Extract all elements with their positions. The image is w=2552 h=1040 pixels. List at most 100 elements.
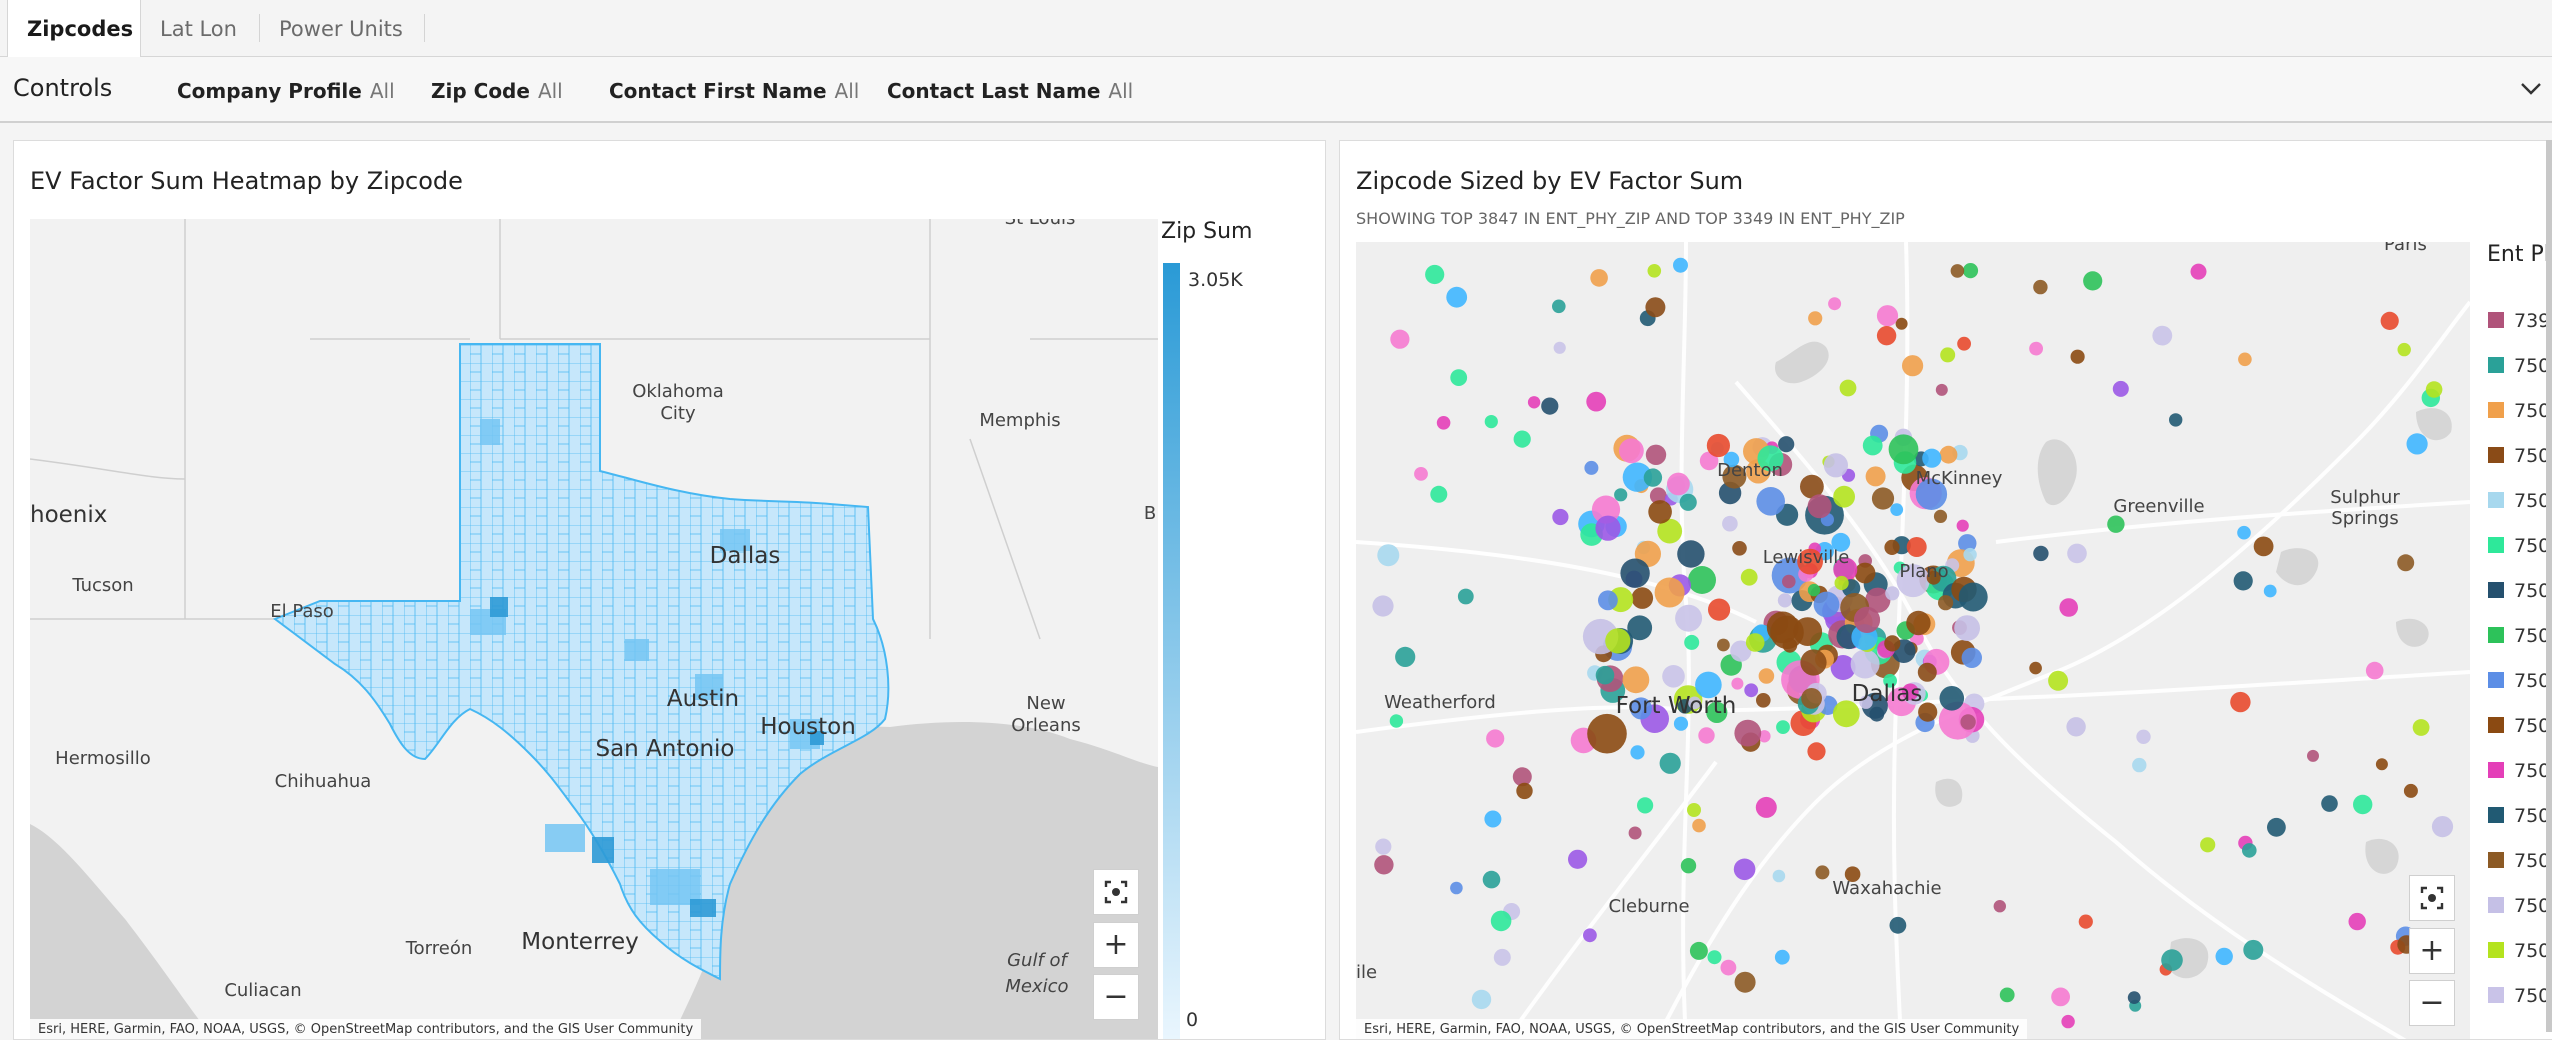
bubble-marker[interactable] (1744, 683, 1759, 698)
bubble-marker[interactable] (1677, 540, 1705, 568)
bubble-marker[interactable] (1605, 628, 1631, 654)
bubble-marker[interactable] (2083, 271, 2103, 291)
bubble-marker[interactable] (2107, 515, 2125, 533)
bubble-marker[interactable] (1553, 341, 1566, 354)
bubble-marker[interactable] (1647, 264, 1662, 278)
bubble-marker[interactable] (1482, 870, 1501, 889)
bubble-marker[interactable] (1770, 615, 1804, 649)
legend-item[interactable]: 750 (2488, 351, 2550, 381)
bubble-marker[interactable] (1374, 855, 1394, 875)
bubble-marker[interactable] (1552, 299, 1566, 314)
legend-item[interactable]: 750 (2488, 666, 2550, 696)
legend-item[interactable]: 750 (2488, 531, 2550, 561)
bubble-marker[interactable] (1778, 436, 1795, 453)
bubble-marker[interactable] (2243, 939, 2264, 960)
bubble-marker[interactable] (1884, 635, 1901, 652)
bubble-marker[interactable] (1484, 810, 1502, 828)
bubble-marker[interactable] (1595, 665, 1615, 685)
tab-lat-lon[interactable]: Lat Lon (141, 0, 258, 56)
recenter-button[interactable] (1093, 869, 1139, 915)
bubble-marker[interactable] (2059, 598, 2078, 617)
bubble-marker[interactable] (2190, 263, 2207, 280)
bubble-marker[interactable] (1450, 881, 1463, 895)
bubble-marker[interactable] (2136, 729, 2151, 744)
bubble-marker[interactable] (1933, 509, 1948, 523)
bubble-marker[interactable] (1733, 858, 1756, 881)
zoom-in-button[interactable]: + (2409, 928, 2455, 974)
bubble-marker[interactable] (1865, 466, 1886, 487)
bubble-marker[interactable] (2238, 352, 2252, 367)
bubble-marker[interactable] (2029, 341, 2043, 356)
bubble-marker[interactable] (1395, 646, 1416, 667)
bubble-marker[interactable] (2321, 795, 2338, 812)
bubble-marker[interactable] (1807, 583, 1821, 597)
bubble-marker[interactable] (1758, 668, 1775, 684)
bubble-marker[interactable] (2051, 987, 2070, 1007)
bubble-marker[interactable] (1587, 713, 1627, 754)
bubble-marker[interactable] (1815, 865, 1830, 880)
bubble-marker[interactable] (2033, 279, 2048, 295)
bubble-marker[interactable] (1862, 435, 1883, 456)
bubble-marker[interactable] (1619, 438, 1644, 464)
bubble-marker[interactable] (1631, 587, 1654, 609)
bubble-marker[interactable] (1839, 379, 1857, 397)
bubble-marker[interactable] (2132, 757, 2147, 773)
bubble-marker[interactable] (1645, 297, 1666, 318)
bubble-marker[interactable] (1732, 541, 1747, 556)
bubble-marker[interactable] (2397, 554, 2415, 572)
bubble-marker[interactable] (2375, 758, 2388, 771)
bubble-marker[interactable] (1801, 688, 1822, 709)
legend-item[interactable]: 739 (2488, 306, 2550, 336)
bubble-marker[interactable] (1902, 355, 1924, 377)
bubble-marker[interactable] (2029, 661, 2042, 675)
bubble-marker[interactable] (2397, 342, 2411, 357)
bubble-marker[interactable] (2412, 719, 2430, 736)
bubble-marker[interactable] (2365, 661, 2384, 680)
bubble-marker[interactable] (1772, 869, 1786, 883)
bubble-marker[interactable] (1854, 562, 1876, 584)
bubble-marker[interactable] (2066, 717, 2086, 737)
recenter-button[interactable] (2409, 875, 2455, 921)
bubble-marker[interactable] (1688, 566, 1716, 594)
bubble-marker[interactable] (1425, 264, 1445, 285)
bubble-marker[interactable] (2048, 670, 2069, 691)
bubble-marker[interactable] (1777, 593, 1792, 608)
bubble-marker[interactable] (1375, 838, 1392, 855)
bubble-marker[interactable] (2353, 794, 2373, 815)
bubble-marker[interactable] (1620, 558, 1650, 588)
bubble-marker[interactable] (1471, 989, 1492, 1010)
bubble-marker[interactable] (2431, 816, 2454, 838)
bubble-marker[interactable] (1717, 638, 1730, 652)
bubble-marker[interactable] (2161, 949, 2183, 971)
bubble-marker[interactable] (2127, 991, 2141, 1004)
bubble-marker[interactable] (1457, 588, 1474, 605)
bubble-marker[interactable] (1774, 949, 1790, 965)
bubble-marker[interactable] (1828, 297, 1842, 311)
bubble-marker[interactable] (1446, 286, 1468, 308)
bubble-marker[interactable] (1720, 959, 1737, 976)
bubble-marker[interactable] (1850, 649, 1880, 679)
bubble-marker[interactable] (1823, 453, 1848, 478)
legend-item[interactable]: 750 (2488, 396, 2550, 426)
bubble-marker[interactable] (2425, 381, 2443, 398)
bubble-marker[interactable] (1654, 577, 1685, 608)
bubble-marker[interactable] (1590, 269, 1608, 287)
bubble-marker[interactable] (1871, 487, 1895, 510)
bubble-marker[interactable] (1957, 336, 1971, 351)
bubble-marker[interactable] (1876, 326, 1897, 346)
bubble-map[interactable]: Paris Denton McKinney Greenville Sulphur… (1356, 242, 2470, 1039)
legend-item[interactable]: 750 (2488, 486, 2550, 516)
bubble-marker[interactable] (2070, 349, 2085, 364)
bubble-marker[interactable] (1756, 693, 1771, 708)
bubble-marker[interactable] (2078, 914, 2093, 929)
bubble-marker[interactable] (1993, 900, 2006, 913)
bubble-marker[interactable] (1740, 568, 1758, 586)
bubble-marker[interactable] (1390, 329, 1410, 349)
bubble-marker[interactable] (1808, 311, 1823, 326)
zoom-out-button[interactable]: − (1093, 974, 1139, 1020)
bubble-marker[interactable] (1643, 468, 1663, 487)
heatmap-map[interactable]: Oklahoma City Memphis St Louis B hoenix … (30, 219, 1158, 1039)
bubble-marker[interactable] (2403, 783, 2418, 798)
bubble-marker[interactable] (2263, 584, 2277, 598)
bubble-marker[interactable] (1667, 472, 1690, 496)
